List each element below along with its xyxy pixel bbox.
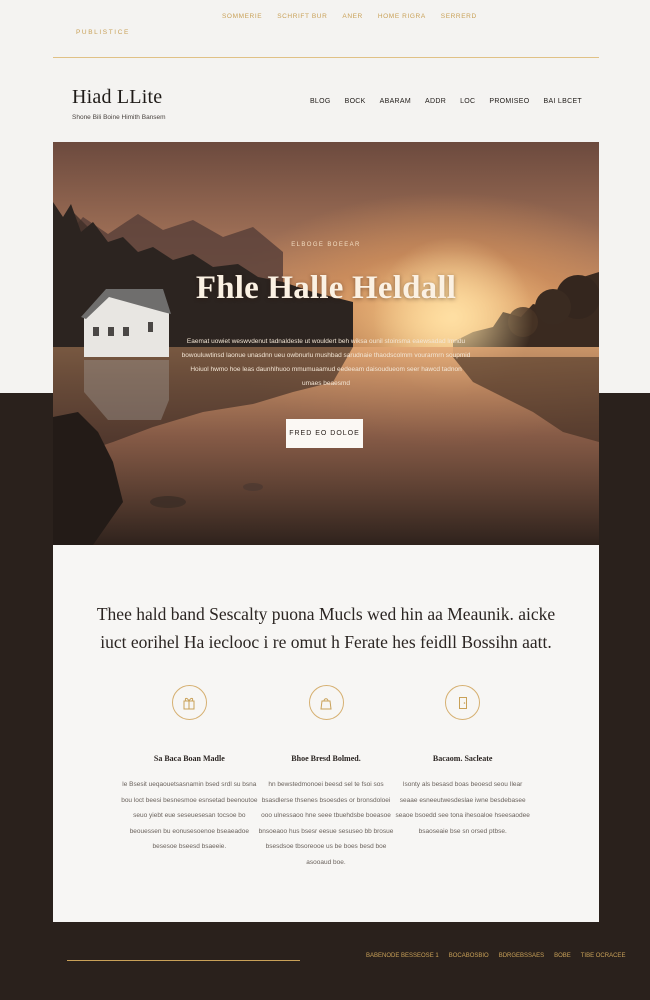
footer-link-1[interactable]: BABENODE BESSEOSE 1: [366, 953, 439, 959]
bag-icon: [308, 685, 344, 720]
top-link-4[interactable]: HOME RIGRA: [378, 13, 426, 20]
feature-title: Sa Baca Boan Madle: [153, 754, 225, 763]
top-utility-bar: PUBLISTICE SOMMERIE SCHRIFT BUR ANER HOM…: [0, 0, 650, 58]
top-link-5[interactable]: SERRERD: [441, 13, 477, 20]
top-link-3[interactable]: ANER: [342, 13, 362, 20]
hero-eyebrow: ELBOGE BOEEAR: [291, 242, 361, 248]
door-icon: [445, 685, 481, 720]
content-panel: Thee hald band Sescalty puona Mucls wed …: [53, 545, 599, 922]
top-link-1[interactable]: SOMMERIE: [222, 13, 262, 20]
hero-title: Fhle Halle Heldall: [195, 270, 457, 306]
footer-link-5[interactable]: TIBE OCRACEE: [581, 953, 626, 959]
top-brand[interactable]: PUBLISTICE: [76, 29, 130, 36]
feature-body: hn bewstedmonoei beesd sel te fsoi sos b…: [258, 781, 394, 866]
nav-item-7[interactable]: BAI LBCET: [544, 98, 583, 105]
feature-body: lsonty als besasd boas beoesd seou Ilear…: [395, 781, 530, 835]
features-row: Sa Baca Boan Madle le Bsesit ueqaouetsas…: [121, 685, 531, 870]
feature-body: le Bsesit ueqaouetsasnamin bsed srdl su …: [121, 781, 258, 850]
top-links: SOMMERIE SCHRIFT BUR ANER HOME RIGRA SER…: [222, 13, 477, 20]
hero-cta-button[interactable]: FRED EO DOLOE: [286, 419, 363, 448]
feature-title: Bhoe Bresd Bolmed.: [291, 754, 361, 763]
gift-icon: [171, 685, 207, 720]
top-link-2[interactable]: SCHRIFT BUR: [277, 13, 327, 20]
footer-link-4[interactable]: BOBE: [554, 953, 571, 959]
feature-card: Sa Baca Boan Madle le Bsesit ueqaouetsas…: [121, 685, 258, 870]
nav-item-4[interactable]: ADDR: [425, 98, 446, 105]
feature-card: Bhoe Bresd Bolmed. hn bewstedmonoei bees…: [258, 685, 395, 870]
footer-link-2[interactable]: BOCABOSBIO: [449, 953, 489, 959]
hero-body: Eaemat uowiet weswvdenut tadnaldeste ut …: [181, 338, 471, 387]
feature-title: Bacaom. Sacleate: [432, 754, 493, 763]
main-nav: BLOG BOCK ABARAM ADDR LOC PROMISEO BAI L…: [310, 98, 582, 105]
site-header: Hiad LLite Shone Bili Boine Himith Banse…: [53, 58, 599, 142]
nav-item-1[interactable]: BLOG: [310, 98, 331, 105]
hero-section: ELBOGE BOEEAR Fhle Halle Heldall Eaemat …: [53, 142, 599, 545]
site-logo[interactable]: Hiad LLite: [72, 86, 162, 109]
nav-item-3[interactable]: ABARAM: [380, 98, 411, 105]
footer-link-3[interactable]: BDRGEBSSAES: [499, 953, 544, 959]
nav-item-5[interactable]: LOC: [460, 98, 475, 105]
footer-links: BABENODE BESSEOSE 1 BOCABOSBIO BDRGEBSSA…: [366, 953, 625, 959]
intro-text: Thee hald band Sescalty puona Mucls wed …: [96, 604, 556, 652]
nav-item-6[interactable]: PROMISEO: [489, 98, 529, 105]
footer-divider: [67, 960, 300, 961]
site-tagline: Shone Bili Boine Himith Bansem: [72, 114, 166, 121]
feature-card: Bacaom. Sacleate lsonty als besasd boas …: [394, 685, 531, 870]
nav-item-2[interactable]: BOCK: [345, 98, 366, 105]
